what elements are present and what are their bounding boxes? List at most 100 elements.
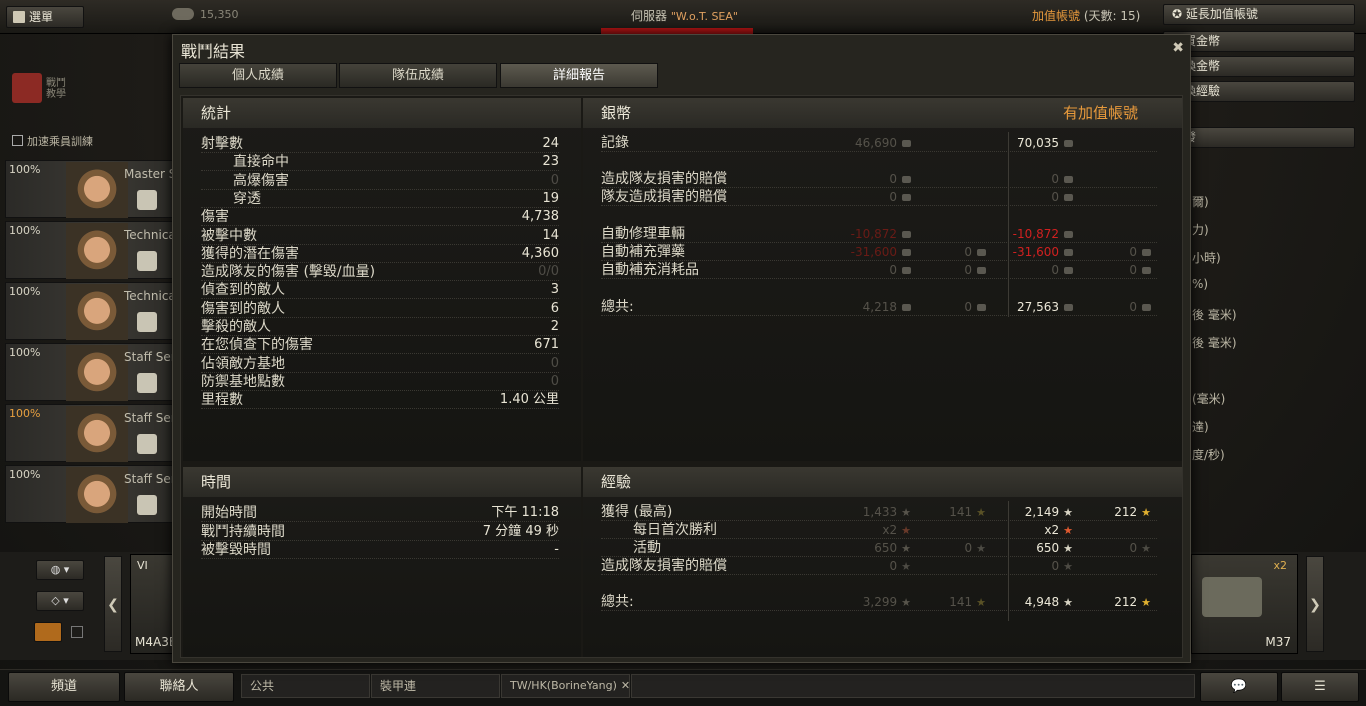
stat-label: 傷害到的敵人 <box>201 300 285 317</box>
tab-detailed-report[interactable]: 詳細報告 <box>500 63 658 88</box>
vehicle-card[interactable]: x2 M37 <box>1191 554 1298 654</box>
stats-title: 統計 <box>183 98 581 128</box>
star-icon: ★ <box>1063 524 1073 537</box>
experience-title: 經驗 <box>583 467 1182 497</box>
credits-row: 自動修理車輛 -10,872 -10,872 <box>601 225 1157 243</box>
credits-icon <box>1064 267 1073 274</box>
credits-icon <box>902 194 911 201</box>
credits-premium-value: -31,600 <box>1013 243 1073 261</box>
exp-standard-free: 141 ★ <box>949 505 986 519</box>
close-icon[interactable]: ✕ <box>621 679 630 692</box>
tab-personal[interactable]: 個人成績 <box>179 63 337 88</box>
stat-row: 造成隊友的傷害 (擊毀/血量) 0/0 <box>201 263 559 282</box>
stat-row: 佔領敵方基地 0 <box>201 355 559 373</box>
settings-list-icon[interactable]: ☰ <box>1281 672 1359 702</box>
crew-slot[interactable]: 100% Master S <box>5 160 176 218</box>
star-icon: ★ <box>1141 542 1151 555</box>
credits-standard-value: 0 <box>889 188 911 206</box>
star-icon: ★ <box>976 542 986 555</box>
credits-icon <box>1064 140 1073 147</box>
vehicle-card[interactable]: VI M4A3E <box>130 554 176 654</box>
crew-slot[interactable]: 100% Technica <box>5 221 176 279</box>
stat-row: 獲得的潛在傷害 4,360 <box>201 245 559 263</box>
crew-slot[interactable]: 100% Staff Ser <box>5 465 176 523</box>
battle-tutorial-label: 戰鬥 教學 <box>46 78 66 100</box>
exchange-gold-button[interactable]: 兌換金幣 <box>1163 56 1355 77</box>
tank-image <box>1202 577 1262 617</box>
tab-team[interactable]: 隊伍成績 <box>339 63 497 88</box>
nation-filter[interactable]: ◍ ▾ <box>36 560 84 580</box>
credits-label: 自動補充消耗品 <box>601 262 699 278</box>
carousel-left-arrow[interactable]: ❮ <box>104 556 122 652</box>
chat-input[interactable] <box>631 674 1195 698</box>
chat-icon[interactable]: 💬 <box>1200 672 1278 702</box>
chat-channel-public[interactable]: 公共 <box>241 674 370 698</box>
chat-channel-armor[interactable]: 裝甲連 <box>371 674 500 698</box>
report-body: 統計 射擊數 24 直接命中 23 高爆傷害 0 穿透 19 傷害 4,738 被擊中數 14 獲得的潛… <box>180 95 1183 658</box>
experience-panel: 經驗 獲得 (最高) 1,433 ★ 141 ★ 2,149 ★ 212 ★ 每日首次勝利 x2 ★ x… <box>583 467 1182 657</box>
checkbox-icon <box>12 135 23 146</box>
time-row: 被擊毀時間 - <box>201 541 559 559</box>
stat-label: 造成隊友的傷害 (擊毀/血量) <box>201 264 376 281</box>
credits-standard-bonus: 0 <box>964 243 986 261</box>
credits-icon <box>902 176 911 183</box>
crew-slot[interactable]: 100% Staff Ser <box>5 404 176 462</box>
chat-channel-user[interactable]: TW/HK(BorineYang) ✕ <box>501 674 630 698</box>
tank-filter-icon[interactable] <box>34 622 62 642</box>
exp-premium-value: 650 ★ <box>1036 541 1073 555</box>
crew-slot[interactable]: 100% Technica <box>5 282 176 340</box>
battle-tutorial-icon[interactable] <box>12 73 42 103</box>
credits-icon <box>977 267 986 274</box>
extend-premium-button[interactable]: ✪ 延長加值帳號 <box>1163 4 1355 25</box>
type-filter[interactable]: ◇ ▾ <box>36 591 84 611</box>
stat-value: 3 <box>550 282 559 298</box>
close-icon[interactable]: ✖ <box>1172 40 1184 56</box>
spec-text: 力) <box>1192 223 1209 237</box>
menu-button[interactable]: 選單 <box>6 6 84 28</box>
stat-value: 23 <box>542 154 559 170</box>
research-button[interactable]: 研發 <box>1163 127 1355 148</box>
exp-standard-value: 1,433 ★ <box>862 505 911 519</box>
buy-gold-button[interactable]: 購買金幣 <box>1163 31 1355 52</box>
exp-premium-value: 2,149 ★ <box>1024 505 1073 519</box>
rank-icon <box>137 251 157 271</box>
credits-standard-value: 46,690 <box>855 134 911 152</box>
star-icon: ★ <box>901 542 911 555</box>
spec-text: 度/秒) <box>1192 448 1225 462</box>
stat-row: 直接命中 23 <box>201 153 559 172</box>
time-value: 7 分鐘 49 秒 <box>482 523 559 539</box>
convert-exp-button[interactable]: 轉換經驗 <box>1163 81 1355 102</box>
exp-label: 活動 <box>633 540 661 556</box>
exp-premium-free: 212 ★ <box>1114 595 1151 609</box>
star-icon: ★ <box>1063 542 1073 555</box>
crew-portrait <box>66 406 128 462</box>
filter-checkbox[interactable] <box>71 626 83 638</box>
premium-column-label: 有加值帳號 <box>1062 104 1138 122</box>
star-icon: ★ <box>901 524 911 537</box>
exp-row: 活動 650 ★ 0 ★ 650 ★ 0 ★ <box>601 539 1157 557</box>
credits-icon <box>1064 304 1073 311</box>
credits-icon <box>1064 194 1073 201</box>
dialog-title: 戰鬥結果 <box>181 42 246 61</box>
stat-row: 高爆傷害 0 <box>201 172 559 190</box>
credits-panel: 銀幣 有加值帳號 記錄 46,690 70,035 造成隊友損害的賠償 0 0 隊友造成損害的… <box>583 98 1182 461</box>
stat-value: 1.40 公里 <box>499 392 559 408</box>
accelerate-crew-toggle[interactable]: 加速乘員訓練 <box>12 133 93 149</box>
credits-premium-value: 70,035 <box>1017 134 1073 152</box>
rank-icon <box>137 190 157 210</box>
rank-icon <box>137 312 157 332</box>
contacts-button[interactable]: 聯絡人 <box>124 672 234 702</box>
stat-label: 直接命中 <box>233 154 289 171</box>
spec-text: 爾) <box>1192 195 1209 209</box>
stat-label: 防禦基地點數 <box>201 373 285 390</box>
column-divider <box>1008 501 1009 621</box>
stats-panel: 統計 射擊數 24 直接命中 23 高爆傷害 0 穿透 19 傷害 4,738 被擊中數 14 獲得的潛… <box>183 98 581 461</box>
credits-row: 自動補充彈藥 -31,600 0 -31,600 0 <box>601 243 1157 261</box>
credits-icon <box>1064 249 1073 256</box>
carousel-right-arrow[interactable]: ❯ <box>1306 556 1324 652</box>
crew-slot[interactable]: 100% Staff Ser <box>5 343 176 401</box>
exp-standard-free: 0 ★ <box>964 541 986 555</box>
exp-premium-free: 212 ★ <box>1114 505 1151 519</box>
channels-button[interactable]: 頻道 <box>8 672 120 702</box>
credits-row: 記錄 46,690 70,035 <box>601 134 1157 152</box>
